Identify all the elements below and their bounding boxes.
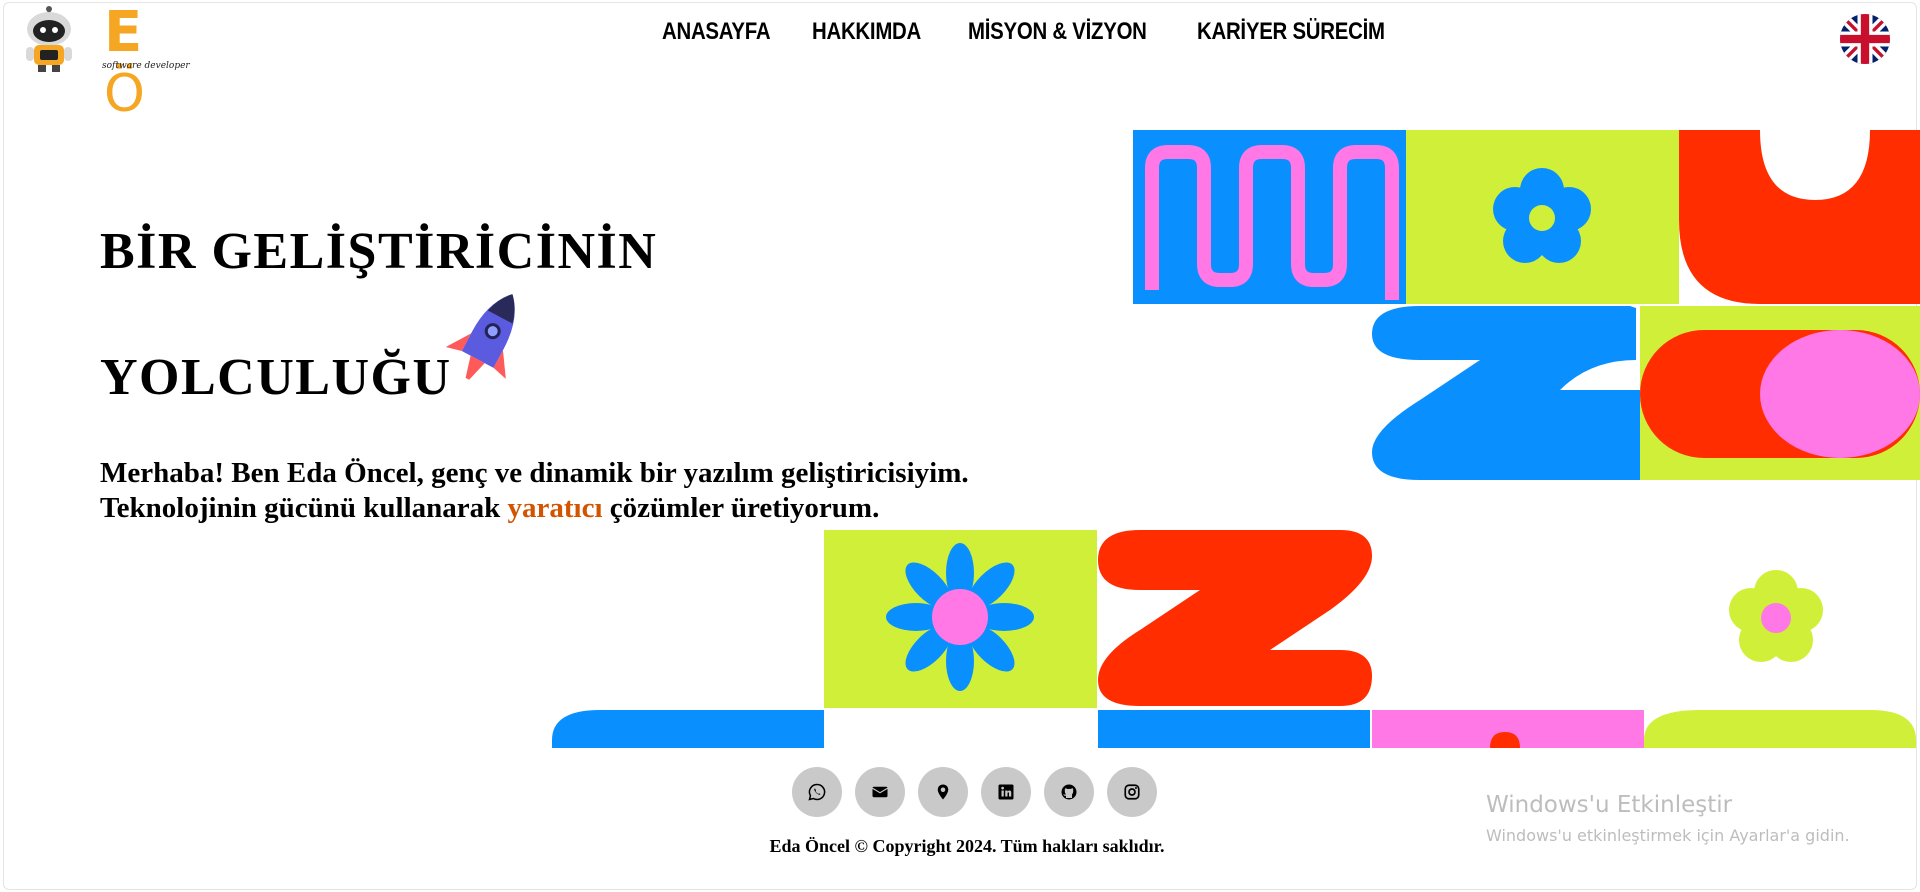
whatsapp-button[interactable] <box>792 767 842 817</box>
github-icon <box>1061 784 1077 800</box>
main-nav: ANASAYFA HAKKIMDA MİSYON & VİZYON KARİYE… <box>662 18 1385 46</box>
nav-item-kariyer-surecim[interactable]: KARİYER SÜRECİM <box>1197 18 1385 46</box>
nav-item-misyon-vizyon[interactable]: MİSYON & VİZYON <box>968 18 1147 46</box>
navbar: EÖ software developer ANASAYFA HAKKIMDA … <box>0 0 1920 124</box>
whatsapp-icon <box>808 783 826 801</box>
nav-item-anasayfa[interactable]: ANASAYFA <box>662 18 771 46</box>
rocket-icon <box>445 294 515 380</box>
hero-intro-line2: Teknolojinin gücünü kullanarak yaratıcı … <box>100 492 880 524</box>
github-button[interactable] <box>1044 767 1094 817</box>
hero-illustration <box>552 130 1920 748</box>
linkedin-button[interactable] <box>981 767 1031 817</box>
logo[interactable]: EÖ software developer <box>22 3 190 124</box>
accent-word: yaratıcı <box>507 492 603 524</box>
robot-mascot-icon <box>26 6 72 72</box>
windows-activation-subtitle: Windows'u etkinleştirmek için Ayarlar'a … <box>1486 826 1850 845</box>
envelope-icon <box>872 786 888 798</box>
hero-title-line2: YOLCULUĞU <box>100 349 452 406</box>
hero-intro-line1: Merhaba! Ben Eda Öncel, genç ve dinamik … <box>100 457 969 489</box>
instagram-button[interactable] <box>1107 767 1157 817</box>
hero-intro: Merhaba! Ben Eda Öncel, genç ve dinamik … <box>100 456 969 526</box>
linkedin-icon <box>998 784 1014 800</box>
email-button[interactable] <box>855 767 905 817</box>
uk-flag-icon[interactable] <box>1840 14 1890 64</box>
map-pin-icon <box>937 784 949 800</box>
location-button[interactable] <box>918 767 968 817</box>
logo-subtitle: software developer <box>102 61 190 71</box>
social-links <box>792 767 1157 817</box>
instagram-icon <box>1124 784 1140 800</box>
hero-title-line1: BİR GELİŞTİRİCİNİN <box>100 223 658 280</box>
windows-activation-title: Windows'u Etkinleştir <box>1486 792 1733 818</box>
nav-item-hakkimda[interactable]: HAKKIMDA <box>812 18 921 46</box>
